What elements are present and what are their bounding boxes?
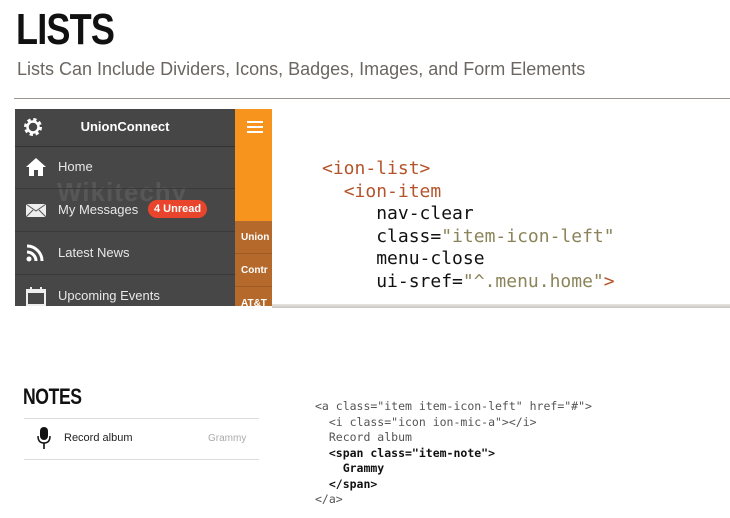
- microphone-icon: [37, 427, 51, 449]
- hamburger-menu-icon[interactable]: [247, 121, 263, 133]
- content-list: Union Contr AT&T: [235, 221, 272, 306]
- menu-item-news[interactable]: Latest News: [15, 232, 235, 275]
- app-title: UnionConnect: [80, 119, 170, 134]
- section-divider: [272, 304, 730, 308]
- note-item-label[interactable]: Record album: [64, 432, 132, 444]
- code-line: menu-close: [376, 248, 485, 270]
- code-string: "item-icon-left": [441, 225, 615, 247]
- code-line: <a class="item item-icon-left" href="#">: [315, 399, 592, 413]
- unread-badge: 4 Unread: [148, 200, 208, 218]
- menu-item-messages[interactable]: My Messages 4 Unread: [15, 189, 235, 232]
- divider: [14, 98, 730, 99]
- code-line: <span class="item-note">: [315, 445, 496, 460]
- code-attr: ui-sref=: [376, 270, 463, 292]
- code-line: nav-clear: [376, 203, 474, 225]
- notes-title: NOTES: [23, 384, 82, 409]
- phone-screenshot: UnionConnect Wikitechy Home My Messages …: [15, 109, 272, 306]
- divider: [24, 459, 259, 460]
- page-title: LISTS: [16, 5, 115, 54]
- menu-item-events[interactable]: Upcoming Events: [15, 275, 235, 306]
- page-subtitle: Lists Can Include Dividers, Icons, Badge…: [17, 59, 586, 79]
- calendar-icon: [26, 287, 46, 306]
- code-string: "^.menu.home": [462, 270, 604, 292]
- code-line: <i class="icon ion-mic-a"></i>: [315, 414, 537, 429]
- side-menu: UnionConnect Wikitechy Home My Messages …: [15, 109, 235, 306]
- content-list-item[interactable]: AT&T: [235, 287, 272, 306]
- menu-header: UnionConnect: [15, 109, 235, 147]
- menu-item-label: Home: [58, 159, 93, 174]
- code-line: </a>: [315, 492, 343, 506]
- code-tag-end: >: [603, 270, 615, 292]
- code-attr: class=: [376, 225, 442, 247]
- item-note: Grammy: [208, 433, 247, 444]
- code-sample-item-note: <a class="item item-icon-left" href="#">…: [315, 399, 592, 508]
- menu-item-home[interactable]: Home: [15, 146, 235, 189]
- menu-item-label: My Messages: [58, 202, 139, 217]
- code-line: </span>: [315, 476, 378, 491]
- divider: [24, 418, 259, 419]
- content-list-item[interactable]: Contr: [235, 254, 272, 287]
- code-line: Grammy: [315, 461, 385, 475]
- code-line: <ion-item: [343, 180, 442, 202]
- code-line: <ion-list>: [322, 158, 431, 179]
- content-list-item[interactable]: Union: [235, 221, 272, 254]
- code-line: Record album: [315, 430, 412, 444]
- menu-item-label: Latest News: [58, 245, 130, 260]
- envelope-icon: [25, 203, 47, 218]
- code-sample-ion-list: <ion-list> <ion-item nav-clear class="it…: [322, 158, 615, 294]
- menu-item-label: Upcoming Events: [58, 288, 160, 303]
- rss-icon: [26, 244, 44, 262]
- home-icon: [26, 158, 46, 176]
